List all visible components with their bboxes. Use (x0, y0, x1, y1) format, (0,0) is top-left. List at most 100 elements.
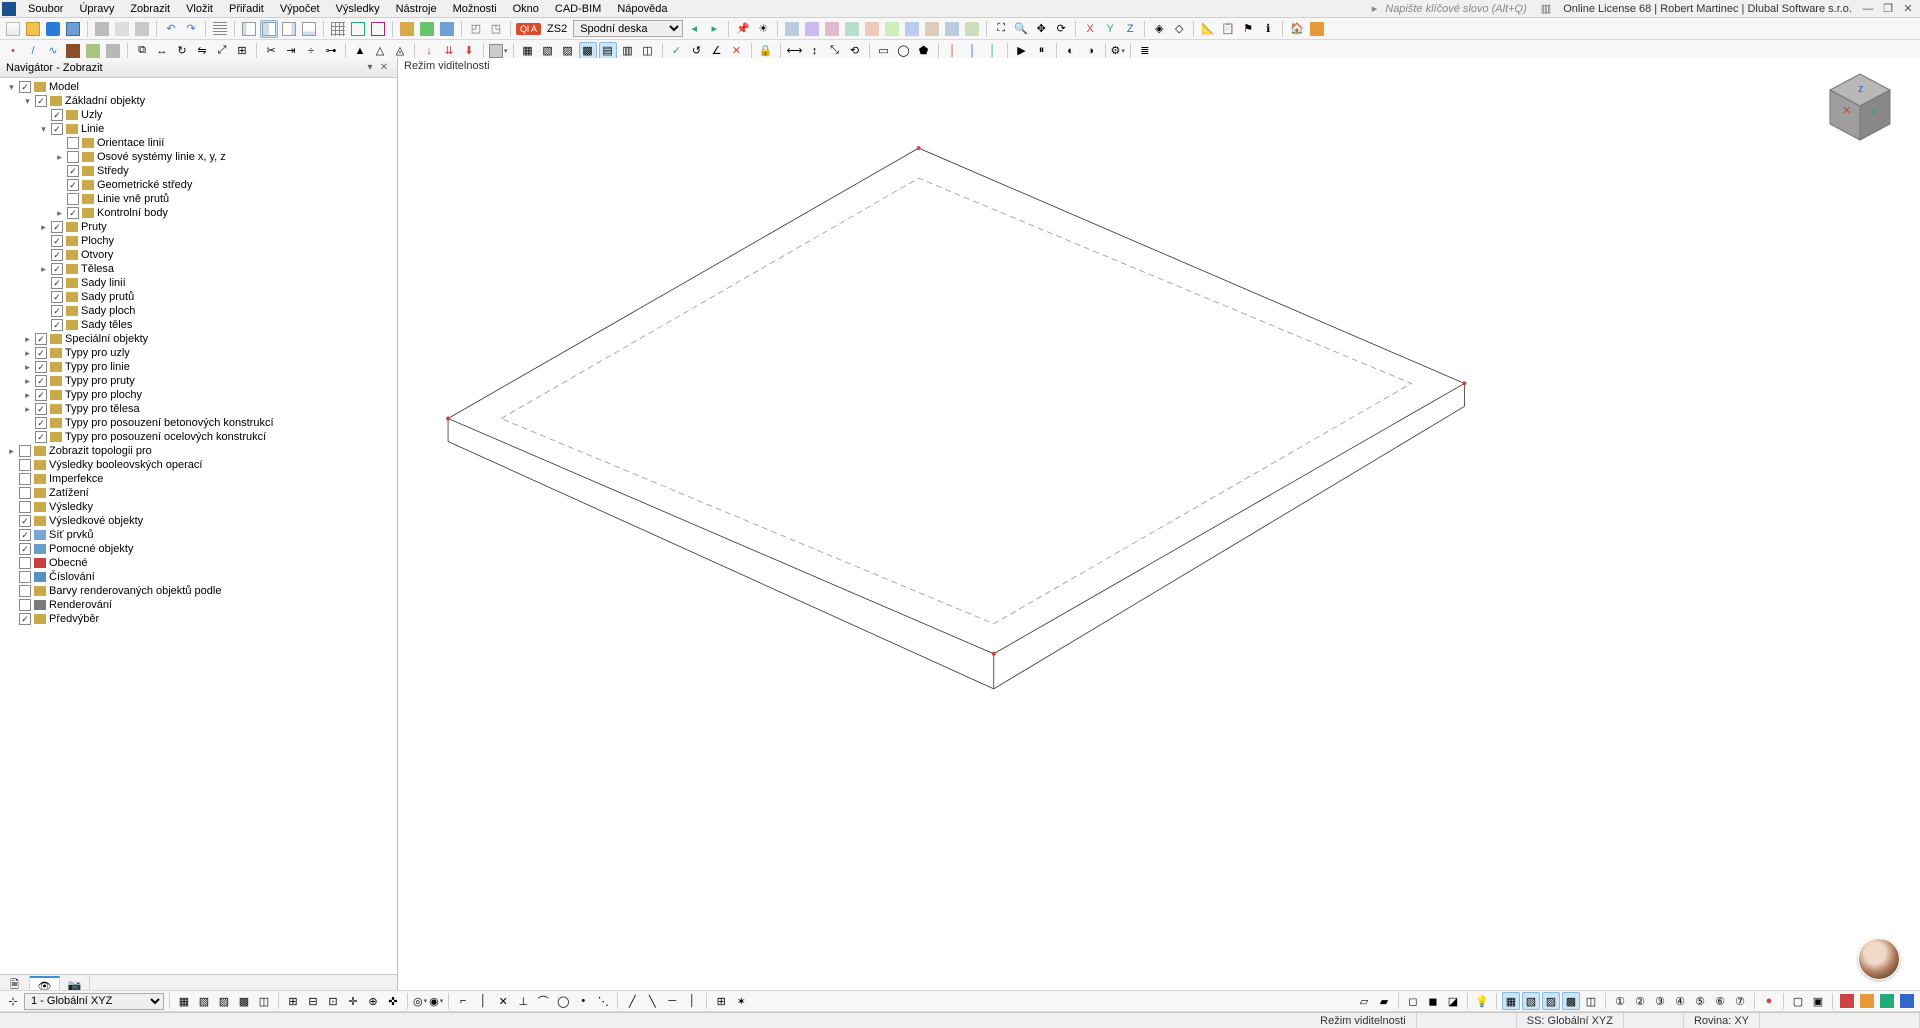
color-4-icon[interactable] (1898, 992, 1916, 1010)
tree-checkbox[interactable] (67, 179, 79, 191)
guide-d-icon[interactable]: │ (683, 992, 701, 1010)
tree-expander-icon[interactable]: ▸ (22, 404, 33, 415)
tree-expander-icon[interactable]: ▸ (22, 348, 33, 359)
osnap-end-icon[interactable]: ⌐ (454, 992, 472, 1010)
undo-icon[interactable]: ↶ (162, 20, 180, 38)
tool-j-icon[interactable] (963, 20, 981, 38)
assistant-avatar[interactable] (1858, 938, 1900, 980)
menu-upravy[interactable]: Úpravy (71, 2, 122, 16)
grid-icon[interactable] (329, 20, 347, 38)
menu-moznosti[interactable]: Možnosti (445, 2, 505, 16)
menu-okno[interactable]: Okno (505, 2, 547, 16)
tree-expander-icon[interactable]: ▾ (22, 96, 33, 107)
node-icon[interactable]: • (4, 42, 22, 60)
rotate-icon[interactable]: ⟳ (1052, 20, 1070, 38)
osnap-perp-icon[interactable]: ⊥ (514, 992, 532, 1010)
open-icon[interactable] (24, 20, 42, 38)
save-icon[interactable] (64, 20, 82, 38)
chart-icon[interactable] (418, 20, 436, 38)
dim-d-icon[interactable]: ⟲ (846, 42, 864, 60)
tree-node[interactable]: Sady linií (0, 276, 397, 290)
num-6-icon[interactable]: ⑥ (1711, 992, 1729, 1010)
sel-c-icon[interactable]: ⬟ (915, 42, 933, 60)
tree-checkbox[interactable] (19, 571, 31, 583)
num-4-icon[interactable]: ④ (1671, 992, 1689, 1010)
vis-f-icon[interactable]: ▥ (619, 42, 637, 60)
snap-dropdown-2[interactable]: ◉▾ (429, 995, 443, 1008)
show-c-icon[interactable]: ◪ (1444, 992, 1462, 1010)
guide-b-icon[interactable]: ╲ (643, 992, 661, 1010)
load-area-icon[interactable]: ⬇ (460, 42, 478, 60)
tree-node[interactable]: Sady prutů (0, 290, 397, 304)
pin-icon[interactable]: 📌 (734, 20, 752, 38)
show-a-icon[interactable]: ◻ (1404, 992, 1422, 1010)
panel-toggle-icon[interactable]: ▥ (1535, 2, 1557, 15)
ani-b-icon[interactable]: ⏸ (1033, 42, 1051, 60)
workplane-1-icon[interactable]: ▦ (175, 992, 193, 1010)
tree-checkbox[interactable] (51, 109, 63, 121)
tree-checkbox[interactable] (35, 431, 47, 443)
tree-expander-icon[interactable]: ▸ (6, 446, 17, 457)
snap-icon[interactable] (349, 20, 367, 38)
tool-g-icon[interactable] (903, 20, 921, 38)
tree-checkbox[interactable] (51, 249, 63, 261)
tool-a-icon[interactable] (783, 20, 801, 38)
tree-node[interactable]: Linie vně prutů (0, 192, 397, 206)
tree-checkbox[interactable] (51, 305, 63, 317)
color-1-icon[interactable] (1838, 992, 1856, 1010)
tree-checkbox[interactable] (19, 543, 31, 555)
filter-a-icon[interactable]: ▢ (1789, 992, 1807, 1010)
tree-checkbox[interactable] (19, 473, 31, 485)
menu-zobrazit[interactable]: Zobrazit (122, 2, 178, 16)
tree-node[interactable]: ▸Zobrazit topologii pro (0, 444, 397, 458)
arrow-loop-icon[interactable]: ↺ (688, 42, 706, 60)
tool-d-icon[interactable] (843, 20, 861, 38)
chart2-icon[interactable] (438, 20, 456, 38)
copy-icon[interactable]: ⧉ (133, 42, 151, 60)
tree-checkbox[interactable] (67, 165, 79, 177)
tree-expander-icon[interactable]: ▾ (38, 124, 49, 135)
solid-icon[interactable] (104, 42, 122, 60)
tree-checkbox[interactable] (19, 501, 31, 513)
render-shaded-icon[interactable]: ▰ (1375, 992, 1393, 1010)
folder-orange-icon[interactable] (1308, 20, 1326, 38)
panel-right-icon[interactable] (280, 20, 298, 38)
color-2-icon[interactable] (1858, 992, 1876, 1010)
tree-node[interactable]: ▸Typy pro plochy (0, 388, 397, 402)
zoom-extents-icon[interactable]: ⛶ (992, 20, 1010, 38)
osnap-int-icon[interactable]: ✕ (494, 992, 512, 1010)
line-icon[interactable]: / (24, 42, 42, 60)
workplane-5-icon[interactable]: ◫ (255, 992, 273, 1010)
render-wireframe-icon[interactable]: ▱ (1355, 992, 1373, 1010)
divide-icon[interactable]: ÷ (302, 42, 320, 60)
tree-checkbox[interactable] (35, 417, 47, 429)
osnap-node-icon[interactable]: • (574, 992, 592, 1010)
menu-cadbim[interactable]: CAD-BIM (547, 2, 609, 16)
sect-icon[interactable]: ◑ (1082, 42, 1100, 60)
x-red-icon[interactable]: ✕ (728, 42, 746, 60)
grid-toggle-icon[interactable]: ⊞ (284, 992, 302, 1010)
res-c-icon[interactable]: │ (984, 42, 1002, 60)
redo-icon[interactable]: ↷ (182, 20, 200, 38)
tree-expander-icon[interactable]: ▸ (54, 152, 65, 163)
tree-node[interactable]: Předvýběr (0, 612, 397, 626)
navigator-close-icon[interactable]: ✕ (377, 62, 391, 73)
workplane-3-icon[interactable]: ▨ (215, 992, 233, 1010)
surface-icon[interactable] (84, 42, 102, 60)
tree-checkbox[interactable] (35, 333, 47, 345)
drag-icon[interactable]: ✜ (384, 992, 402, 1010)
vis-d-icon[interactable]: ▩ (579, 42, 597, 60)
trim-icon[interactable]: ✂ (262, 42, 280, 60)
workplane-2-icon[interactable]: ▧ (195, 992, 213, 1010)
tree-checkbox[interactable] (35, 361, 47, 373)
tree-checkbox[interactable] (19, 599, 31, 611)
cube-left-icon[interactable]: ◰ (467, 20, 485, 38)
measure-icon[interactable]: 📐 (1199, 20, 1217, 38)
tool-f-icon[interactable] (883, 20, 901, 38)
light-icon[interactable]: 💡 (1473, 992, 1491, 1010)
load-line-icon[interactable]: ⇊ (440, 42, 458, 60)
calc-icon[interactable] (398, 20, 416, 38)
vis-b-icon[interactable]: ▧ (539, 42, 557, 60)
support-a-icon[interactable]: ▲ (351, 42, 369, 60)
dim-a-icon[interactable]: ⟷ (786, 42, 804, 60)
